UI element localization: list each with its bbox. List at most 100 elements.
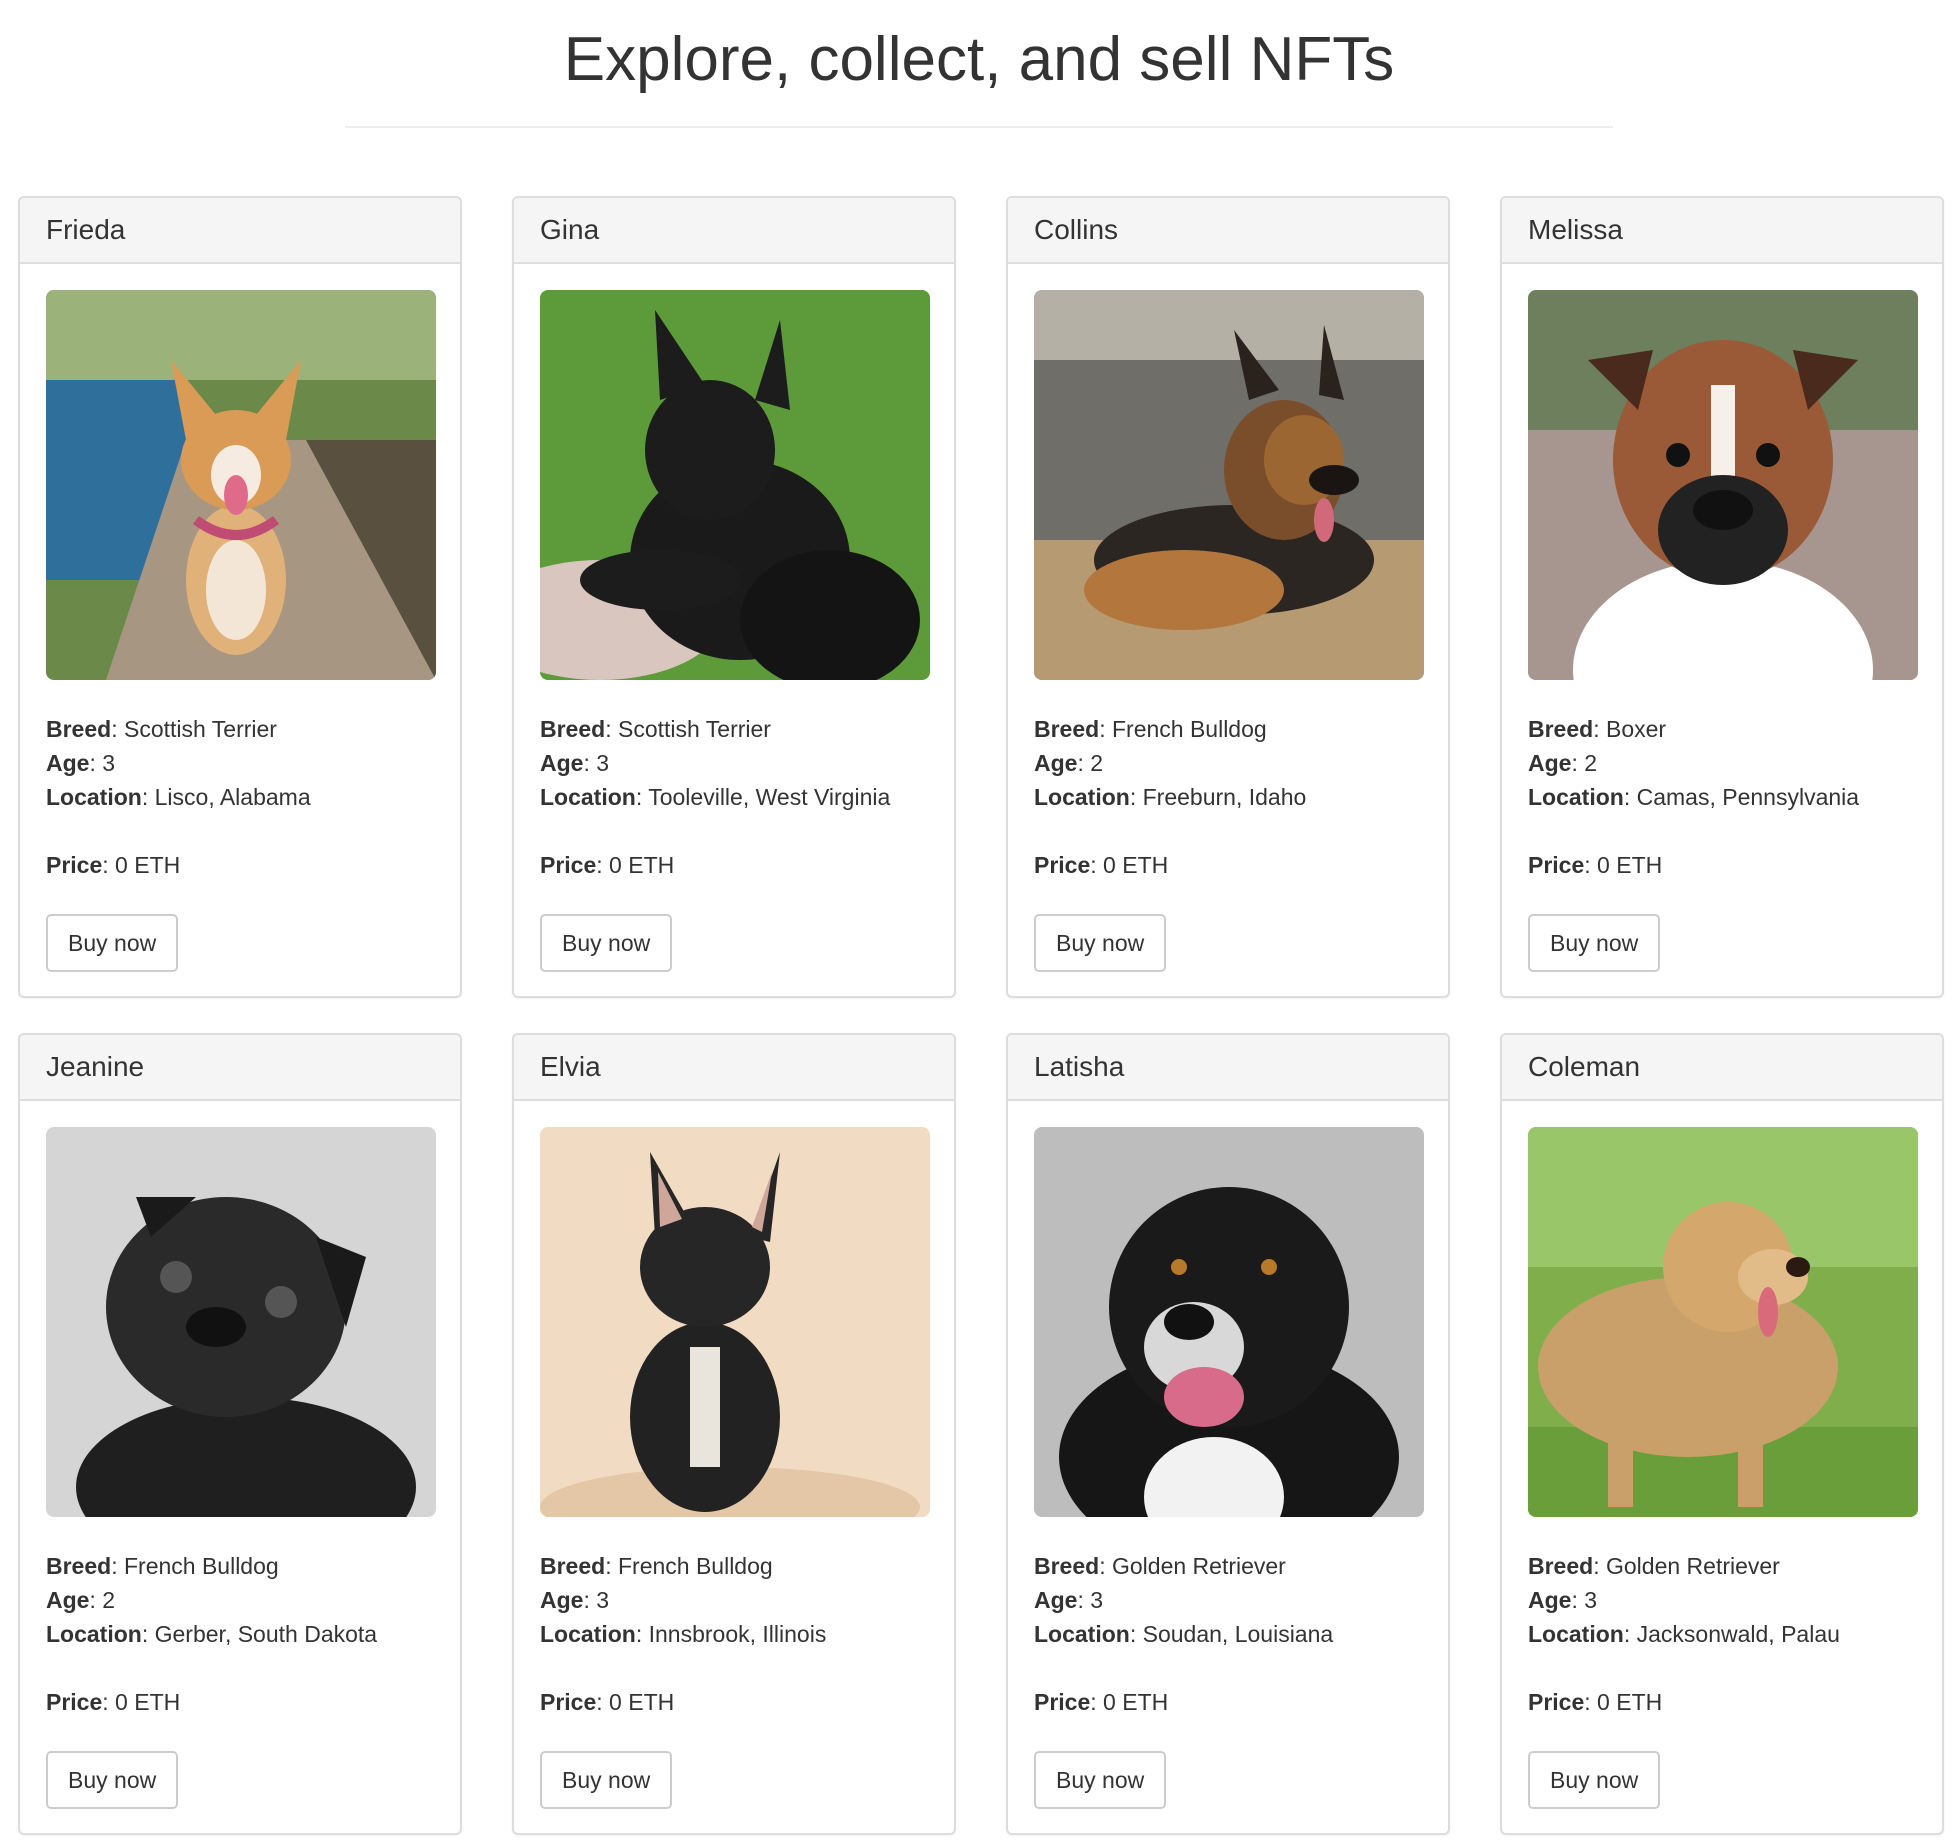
age-value: 2: [1090, 750, 1104, 776]
pug-photo: [46, 1127, 436, 1517]
dog-details: Breed: French Bulldog Age: 2 Location: F…: [1034, 712, 1422, 814]
dog-details: Breed: Scottish Terrier Age: 3 Location:…: [46, 712, 434, 814]
location-label: Location: [540, 784, 636, 810]
age-value: 2: [102, 1587, 116, 1613]
card-title: Frieda: [20, 198, 460, 264]
card-title: Latisha: [1008, 1035, 1448, 1101]
nft-card: Elvia Breed: French Bulldog Age: 3 Locat…: [512, 1033, 956, 1835]
card-body: Breed: Scottish Terrier Age: 3 Location:…: [20, 264, 460, 972]
location-value: Jacksonwald, Palau: [1636, 1621, 1840, 1647]
buy-now-button[interactable]: Buy now: [1034, 914, 1167, 972]
age-value: 3: [596, 750, 610, 776]
label-separator: :: [1584, 852, 1598, 878]
age-row: Age: 2: [1034, 746, 1422, 780]
nft-card: Gina Breed: Scottish Terrier Age: 3 Loca…: [512, 196, 956, 998]
location-label: Location: [46, 784, 142, 810]
breed-label: Breed: [46, 1553, 112, 1579]
price-label: Price: [1034, 852, 1091, 878]
german-shepherd-photo: [1034, 290, 1424, 680]
breed-row: Breed: French Bulldog: [1034, 712, 1422, 746]
label-separator: :: [111, 1553, 124, 1579]
label-separator: :: [1571, 750, 1585, 776]
card-body: Breed: French Bulldog Age: 2 Location: G…: [20, 1101, 460, 1809]
location-value: Lisco, Alabama: [154, 784, 311, 810]
card-body: Breed: Boxer Age: 2 Location: Camas, Pen…: [1502, 264, 1942, 972]
nft-card: Melissa Breed: Boxer Age: 2 Location: Ca…: [1500, 196, 1944, 998]
corgi-photo: [46, 290, 436, 680]
buy-now-button[interactable]: Buy now: [46, 1751, 179, 1809]
price-label: Price: [1528, 852, 1585, 878]
breed-row: Breed: Scottish Terrier: [46, 712, 434, 746]
breed-label: Breed: [1034, 1553, 1100, 1579]
label-separator: :: [583, 750, 597, 776]
breed-value: French Bulldog: [1111, 716, 1267, 742]
nft-card: Jeanine Breed: French Bulldog Age: 2 Loc…: [18, 1033, 462, 1835]
label-separator: :: [1129, 1621, 1143, 1647]
age-value: 3: [1584, 1587, 1598, 1613]
breed-label: Breed: [1528, 716, 1594, 742]
breed-label: Breed: [1528, 1553, 1594, 1579]
price-row: Price: 0 ETH: [46, 848, 434, 882]
card-title: Coleman: [1502, 1035, 1942, 1101]
label-separator: :: [605, 1553, 618, 1579]
breed-row: Breed: French Bulldog: [540, 1549, 928, 1583]
dog-details: Breed: Scottish Terrier Age: 3 Location:…: [540, 712, 928, 814]
location-value: Soudan, Louisiana: [1142, 1621, 1334, 1647]
location-row: Location: Gerber, South Dakota: [46, 1617, 434, 1651]
price-value: 0 ETH: [115, 852, 181, 878]
breed-value: Golden Retriever: [1111, 1553, 1286, 1579]
buy-now-button[interactable]: Buy now: [1528, 1751, 1661, 1809]
age-label: Age: [1034, 1587, 1078, 1613]
age-row: Age: 2: [46, 1583, 434, 1617]
buy-now-button[interactable]: Buy now: [1034, 1751, 1167, 1809]
label-separator: :: [596, 852, 610, 878]
label-separator: :: [111, 716, 124, 742]
golden-retriever-photo: [1528, 1127, 1918, 1517]
breed-row: Breed: Boxer: [1528, 712, 1916, 746]
breed-value: Boxer: [1605, 716, 1667, 742]
label-separator: :: [583, 1587, 597, 1613]
card-title: Jeanine: [20, 1035, 460, 1101]
label-separator: :: [1571, 1587, 1585, 1613]
buy-now-button[interactable]: Buy now: [540, 1751, 673, 1809]
location-label: Location: [46, 1621, 142, 1647]
price-row: Price: 0 ETH: [1528, 1685, 1916, 1719]
label-separator: :: [102, 1689, 116, 1715]
age-row: Age: 3: [540, 1583, 928, 1617]
price-row: Price: 0 ETH: [1034, 1685, 1422, 1719]
scottish-terrier-photo: [540, 290, 930, 680]
breed-value: Scottish Terrier: [123, 716, 277, 742]
price-label: Price: [1528, 1689, 1585, 1715]
age-row: Age: 3: [46, 746, 434, 780]
price-value: 0 ETH: [1103, 852, 1169, 878]
location-label: Location: [1528, 1621, 1624, 1647]
location-label: Location: [1528, 784, 1624, 810]
location-row: Location: Freeburn, Idaho: [1034, 780, 1422, 814]
label-separator: :: [1623, 1621, 1637, 1647]
age-row: Age: 3: [540, 746, 928, 780]
label-separator: :: [89, 750, 103, 776]
label-separator: :: [1099, 716, 1112, 742]
label-separator: :: [1090, 1689, 1104, 1715]
card-body: Breed: French Bulldog Age: 2 Location: F…: [1008, 264, 1448, 972]
label-separator: :: [141, 784, 155, 810]
label-separator: :: [1099, 1553, 1112, 1579]
buy-now-button[interactable]: Buy now: [1528, 914, 1661, 972]
label-separator: :: [102, 852, 116, 878]
page-title: Explore, collect, and sell NFTs: [563, 25, 1395, 94]
card-title: Collins: [1008, 198, 1448, 264]
buy-now-button[interactable]: Buy now: [540, 914, 673, 972]
dog-details: Breed: Golden Retriever Age: 3 Location:…: [1034, 1549, 1422, 1651]
dog-details: Breed: Boxer Age: 2 Location: Camas, Pen…: [1528, 712, 1916, 814]
age-label: Age: [46, 1587, 90, 1613]
price-label: Price: [46, 1689, 103, 1715]
buy-now-button[interactable]: Buy now: [46, 914, 179, 972]
label-separator: :: [1077, 750, 1091, 776]
label-separator: :: [1593, 716, 1606, 742]
label-separator: :: [1129, 784, 1143, 810]
label-separator: :: [141, 1621, 155, 1647]
label-separator: :: [605, 716, 618, 742]
price-value: 0 ETH: [115, 1689, 181, 1715]
nft-card: Coleman Breed: Golden Retriever Age: 3 L…: [1500, 1033, 1944, 1835]
nft-card: Collins Breed: French Bulldog Age: 2 Loc…: [1006, 196, 1450, 998]
